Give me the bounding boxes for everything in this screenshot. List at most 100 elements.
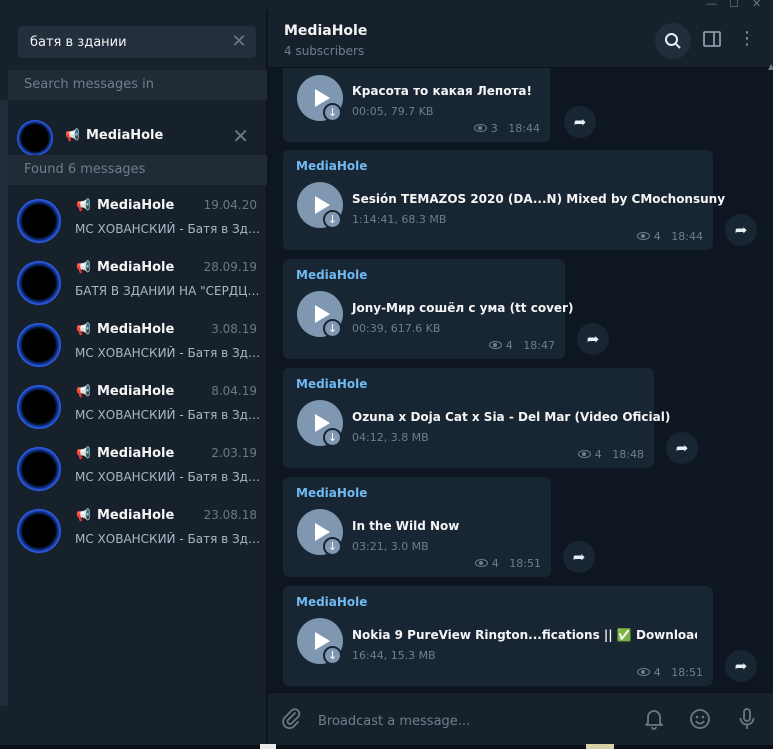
- search-result-item[interactable]: 📢 MediaHole 23.08.18 МС ХОВАНСКИЙ - Батя …: [8, 496, 267, 558]
- remove-peer-icon[interactable]: ✕: [232, 126, 249, 146]
- result-text: МС ХОВАНСКИЙ - Батя в Здании: [75, 346, 260, 360]
- result-text: МС ХОВАНСКИЙ - Батя в Здании: [75, 532, 260, 546]
- audio-title: Nokia 9 PureView Rington...fications || …: [352, 628, 697, 642]
- avatar: [17, 261, 61, 305]
- result-name-text: MediaHole: [96, 198, 175, 213]
- message-time: 18:47: [523, 339, 555, 352]
- search-result-item[interactable]: 📢 MediaHole 3.08.19 МС ХОВАНСКИЙ - Батя в…: [8, 310, 267, 372]
- megaphone-icon: 📢: [76, 198, 91, 212]
- megaphone-icon: 📢: [65, 128, 80, 142]
- avatar: [17, 120, 53, 156]
- message-bubble: ↓ Красота то какая Лепота! 00:05, 79.7 K…: [283, 68, 550, 142]
- emoji-icon[interactable]: [687, 708, 713, 734]
- download-icon[interactable]: ↓: [323, 428, 342, 447]
- message-sender[interactable]: MediaHole: [296, 595, 367, 609]
- message-time: 18:51: [509, 557, 541, 570]
- search-icon[interactable]: [655, 23, 691, 59]
- result-name: 📢 MediaHole: [76, 198, 174, 213]
- forward-icon[interactable]: ➦: [577, 323, 609, 355]
- megaphone-icon: 📢: [76, 322, 91, 336]
- message-meta: 3 18:44: [473, 122, 540, 135]
- message-meta: 4 18:47: [488, 339, 555, 352]
- search-result-item[interactable]: 📢 MediaHole 8.04.19 МС ХОВАНСКИЙ - Батя в…: [8, 372, 267, 434]
- message-input[interactable]: [318, 711, 618, 731]
- result-text: МС ХОВАНСКИЙ - Батя в Здании: [75, 470, 260, 484]
- views-icon: [636, 668, 650, 676]
- close-window-button[interactable]: ✕: [752, 0, 761, 10]
- message-bubble: MediaHole ↓ Nokia 9 PureView Rington...f…: [283, 586, 713, 686]
- views-icon: [577, 450, 591, 458]
- search-in-label: Search messages in: [8, 70, 267, 100]
- forward-icon[interactable]: ➦: [666, 432, 698, 464]
- download-icon[interactable]: ↓: [323, 210, 342, 229]
- composer: [268, 692, 773, 749]
- download-icon[interactable]: ↓: [323, 537, 342, 556]
- message-list[interactable]: ↓ Красота то какая Лепота! 00:05, 79.7 K…: [268, 68, 768, 692]
- title-bar: — ☐ ✕: [0, 0, 773, 10]
- scroll-up-arrow-icon[interactable]: ▲: [768, 62, 773, 82]
- search-result-item[interactable]: 📢 MediaHole 28.09.19 БАТЯ В ЗДАНИИ НА "СЕ…: [8, 248, 267, 310]
- result-date: 23.08.18: [203, 508, 257, 522]
- minimize-button[interactable]: —: [706, 0, 717, 10]
- download-icon[interactable]: ↓: [323, 646, 342, 665]
- clear-search-icon[interactable]: ✕: [230, 33, 248, 51]
- more-options-icon[interactable]: ⋮: [733, 25, 761, 53]
- forward-icon[interactable]: ➦: [563, 541, 595, 573]
- chat-subtitle: 4 subscribers: [284, 44, 365, 58]
- search-box: ✕: [18, 26, 256, 58]
- views-count: 4: [653, 666, 661, 679]
- audio-title: In the Wild Now: [352, 519, 460, 533]
- search-result-item[interactable]: 📢 MediaHole 2.03.19 МС ХОВАНСКИЙ - Батя в…: [8, 434, 267, 496]
- microphone-icon[interactable]: [734, 708, 760, 734]
- audio-size: 1:14:41, 68.3 MB: [352, 213, 447, 226]
- folders-strip: [0, 10, 8, 749]
- views-count: 4: [594, 448, 602, 461]
- scrollbar[interactable]: [768, 68, 773, 692]
- audio-size: 00:05, 79.7 KB: [352, 105, 434, 118]
- message-sender[interactable]: MediaHole: [296, 159, 367, 173]
- download-icon[interactable]: ↓: [323, 103, 342, 122]
- message-bubble: MediaHole ↓ Jony-Мир сошёл с ума (tt cov…: [283, 259, 573, 359]
- result-date: 19.04.20: [203, 198, 257, 212]
- download-icon[interactable]: ↓: [323, 319, 342, 338]
- megaphone-icon: 📢: [76, 260, 91, 274]
- message-time: 18:44: [508, 122, 540, 135]
- message-time: 18:51: [671, 666, 703, 679]
- message-sender[interactable]: MediaHole: [296, 377, 367, 391]
- paperclip-icon[interactable]: [278, 707, 304, 733]
- result-name: 📢 MediaHole: [76, 508, 174, 523]
- message-bubble: MediaHole ↓ Ozuna x Doja Cat x Sia - Del…: [283, 368, 670, 468]
- message-sender[interactable]: MediaHole: [296, 268, 367, 282]
- sidebar-toggle-icon[interactable]: [698, 25, 726, 53]
- result-text: БАТЯ В ЗДАНИИ НА "СЕРДЦЕ": [75, 284, 260, 298]
- taskbar-chip: [586, 744, 614, 749]
- result-name: 📢 MediaHole: [76, 260, 174, 275]
- avatar: [17, 509, 61, 553]
- maximize-button[interactable]: ☐: [729, 0, 739, 10]
- forward-icon[interactable]: ➦: [725, 214, 757, 246]
- chat-title[interactable]: MediaHole: [284, 23, 367, 39]
- message-bubble: MediaHole ↓ Sesión TEMAZOS 2020 (DA...N)…: [283, 150, 725, 250]
- search-input[interactable]: [30, 32, 220, 52]
- bell-icon[interactable]: [641, 708, 667, 734]
- result-date: 8.04.19: [211, 384, 257, 398]
- audio-title: Jony-Мир сошёл с ума (tt cover): [352, 301, 574, 315]
- views-count: 4: [505, 339, 513, 352]
- peer-name-text: MediaHole: [85, 128, 164, 143]
- found-count-label: Found 6 messages: [8, 155, 267, 185]
- audio-size: 03:21, 3.0 MB: [352, 540, 429, 553]
- message-bubble: MediaHole ↓ In the Wild Now 03:21, 3.0 M…: [283, 477, 551, 577]
- forward-icon[interactable]: ➦: [725, 650, 757, 682]
- audio-title: Sesión TEMAZOS 2020 (DA...N) Mixed by CM…: [352, 192, 726, 206]
- chat-header[interactable]: MediaHole 4 subscribers ⋮: [268, 10, 773, 68]
- audio-title: Ozuna x Doja Cat x Sia - Del Mar (Video …: [352, 410, 671, 424]
- result-date: 2.03.19: [211, 446, 257, 460]
- audio-size: 00:39, 617.6 KB: [352, 322, 441, 335]
- forward-icon[interactable]: ➦: [564, 106, 596, 138]
- message-sender[interactable]: MediaHole: [296, 486, 367, 500]
- search-result-item[interactable]: 📢 MediaHole 19.04.20 МС ХОВАНСКИЙ - Батя …: [8, 186, 267, 248]
- result-text: МС ХОВАНСКИЙ - Батя в Здании: [75, 408, 260, 422]
- folder-active-indicator: [0, 100, 8, 706]
- message-time: 18:44: [671, 230, 703, 243]
- taskbar-chip: [260, 744, 276, 749]
